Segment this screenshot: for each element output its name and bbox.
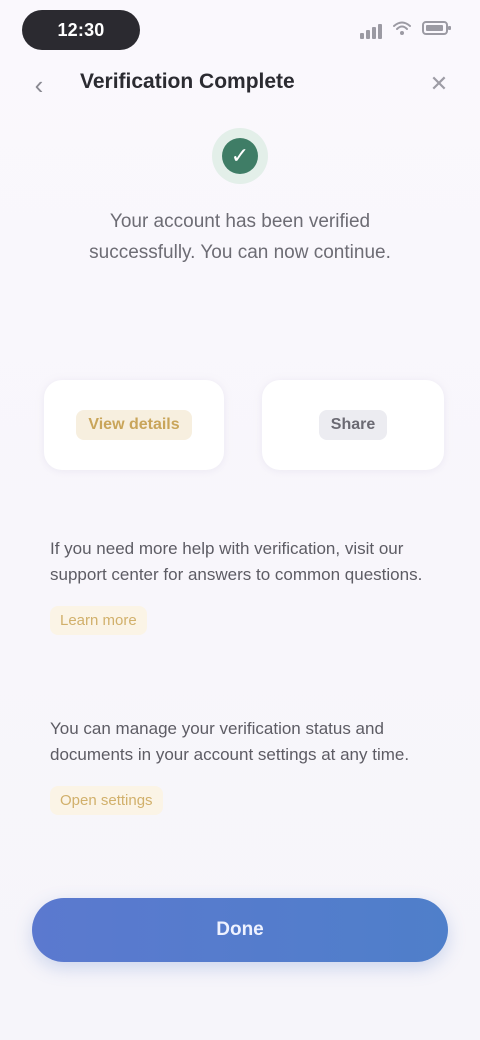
share-label: Share [318,410,388,440]
view-details-button[interactable]: View details [44,380,224,470]
page-title: Verification Complete [80,70,295,93]
success-message: Your account has been verified successfu… [89,211,391,263]
signal-icon [360,23,382,39]
status-time: 12:30 [22,10,140,50]
header: ‹ Verification Complete ✕ [0,60,480,110]
faq-item: You can manage your verification status … [50,716,432,815]
learn-more-link[interactable]: Learn more [50,606,147,635]
view-details-label: View details [76,410,192,440]
phone-screen: 12:30 ‹ Verification Complete ✕ ✓ Your a… [0,0,480,1040]
done-button[interactable]: Done [32,898,448,962]
faq-item: If you need more help with verification,… [50,536,432,635]
status-icons [360,20,452,41]
success-badge: ✓ [212,128,268,184]
chevron-left-icon[interactable]: ‹ [26,70,52,100]
faq-question: You can manage your verification status … [50,719,410,764]
share-button[interactable]: Share [262,380,444,470]
status-bar: 12:30 [0,0,480,60]
option-chips: View details Share [44,380,444,470]
wifi-icon [392,20,412,41]
open-settings-link[interactable]: Open settings [50,786,163,815]
close-icon[interactable]: ✕ [426,71,452,97]
battery-icon [422,20,452,41]
faq-question: If you need more help with verification,… [50,539,423,584]
checkmark-icon: ✓ [222,138,258,174]
